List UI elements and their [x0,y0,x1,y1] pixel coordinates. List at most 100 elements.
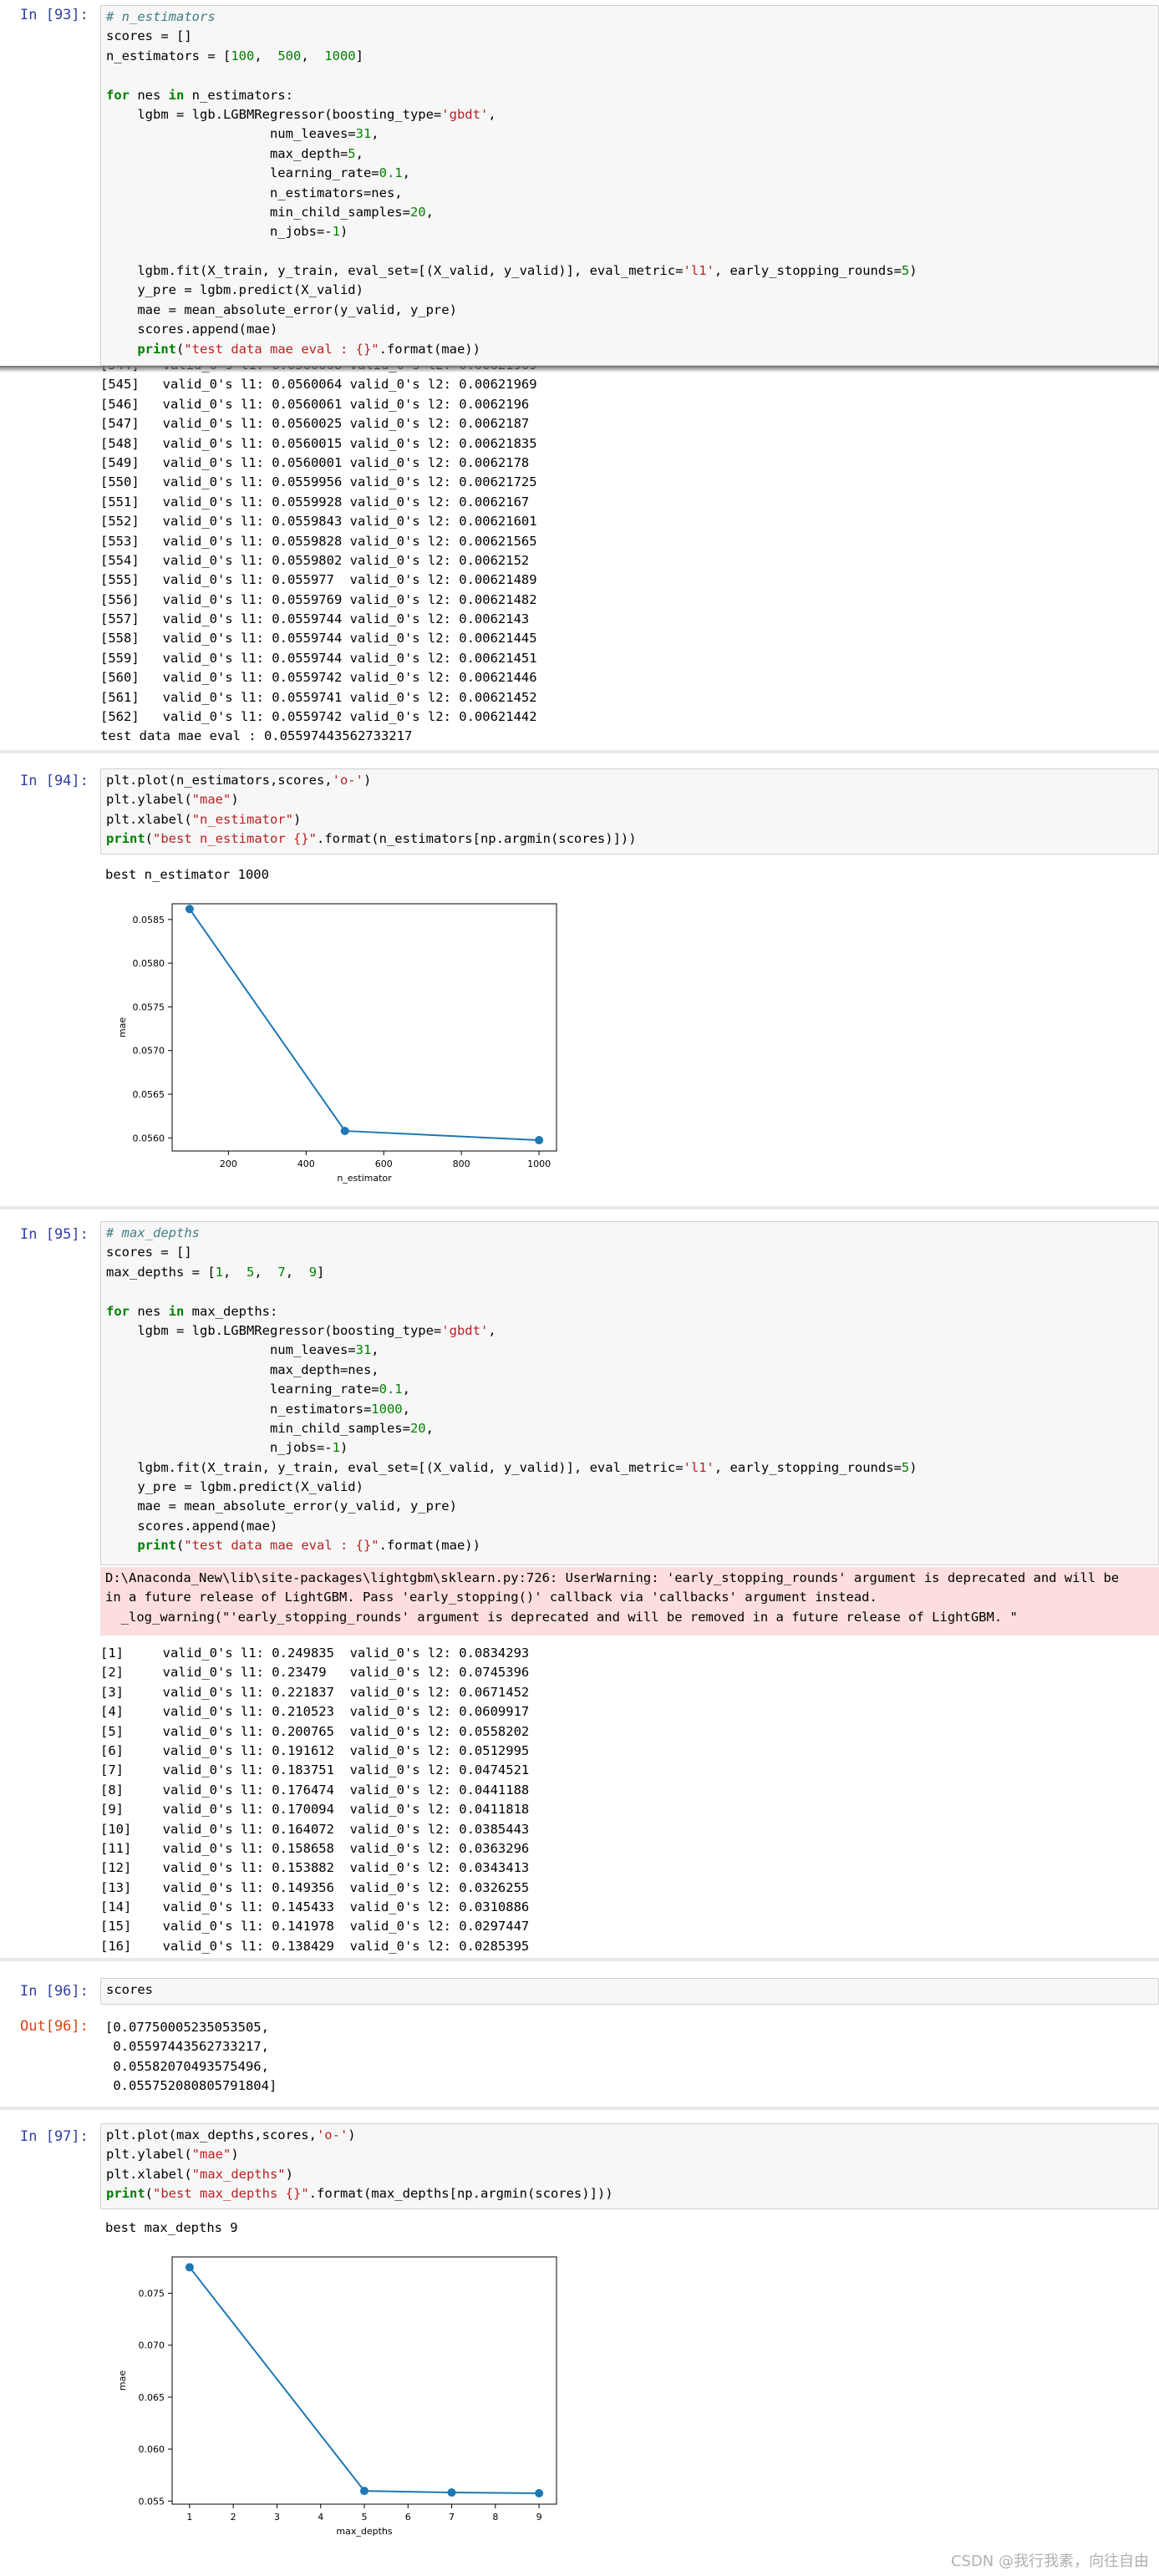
x-tick-label: 8 [492,2512,498,2523]
code-editor[interactable]: plt.plot(n_estimators,scores,'o-') plt.yl… [100,768,1159,854]
output-line: [550] valid_0's l1: 0.0559956 valid_0's … [100,474,537,490]
code-line[interactable]: for nes in max_depths: [106,1302,1153,1321]
code-line[interactable]: scores [106,1980,1153,2000]
code-line[interactable]: mae = mean_absolute_error(y_valid, y_pre… [106,301,1153,320]
code-editor[interactable]: plt.plot(max_depths,scores,'o-') plt.ylab… [100,2123,1159,2209]
output-scroll-area[interactable]: [1] valid_0's l1: 0.249835 valid_0's l2:… [0,1639,1159,1958]
code-line[interactable] [106,1282,1153,1301]
code-editor[interactable]: # n_estimators scores = [] n_estimators = … [100,5,1159,366]
output-line: [552] valid_0's l1: 0.0559843 valid_0's … [100,514,537,530]
output-line: [559] valid_0's l1: 0.0559744 valid_0's … [100,650,537,666]
y-tick-label: 0.070 [139,2340,165,2351]
y-tick-label: 0.0580 [133,958,165,969]
output-line: [7] valid_0's l1: 0.183751 valid_0's l2:… [100,1762,530,1778]
code-line[interactable]: plt.ylabel("mae") [106,2145,1153,2164]
x-tick-label: 200 [220,1159,237,1169]
code-editor[interactable]: scores [100,1978,1159,2005]
code-line[interactable]: max_depth=5, [106,145,1153,164]
code-line[interactable]: plt.xlabel("max_depths") [106,2165,1153,2184]
cell-divider [0,750,1159,753]
code-line[interactable]: max_depths = [1, 5, 7, 9] [106,1263,1153,1282]
code-line[interactable]: scores = [] [106,1243,1153,1262]
output-line: [6] valid_0's l1: 0.191612 valid_0's l2:… [100,1742,530,1758]
y-tick-label: 0.0575 [133,1001,165,1012]
output-line: [10] valid_0's l1: 0.164072 valid_0's l2… [100,1821,530,1837]
code-line[interactable]: n_jobs=-1) [106,222,1153,241]
code-line[interactable]: n_estimators=1000, [106,1400,1153,1419]
code-line[interactable]: # max_depths [106,1224,1153,1243]
code-editor[interactable]: # max_depths scores = [] max_depths = [1, … [100,1221,1159,1565]
code-line[interactable]: min_child_samples=20, [106,203,1153,222]
y-tick-label: 0.0565 [133,1089,165,1100]
output-line: [4] valid_0's l1: 0.210523 valid_0's l2:… [100,1704,530,1720]
x-tick-label: 5 [362,2512,368,2523]
code-line[interactable]: min_child_samples=20, [106,1419,1153,1438]
code-line[interactable]: scores = [] [106,27,1153,46]
code-line[interactable]: mae = mean_absolute_error(y_valid, y_pre… [106,1497,1153,1516]
code-line[interactable]: print("test data mae eval : {}".format(m… [106,1536,1153,1555]
data-point [185,2263,194,2272]
output-text: [544] valid_0's l1: 0.0560068 valid_0's … [100,366,1151,747]
code-line[interactable]: # n_estimators [106,8,1153,27]
output-line: [562] valid_0's l1: 0.0559742 valid_0's … [100,709,537,725]
code-line[interactable]: plt.xlabel("n_estimator") [106,810,1153,829]
x-tick-label: 800 [453,1159,470,1169]
code-line[interactable]: learning_rate=0.1, [106,1380,1153,1399]
data-point [535,1136,544,1145]
data-point [360,2487,369,2496]
output-line: [14] valid_0's l1: 0.145433 valid_0's l2… [100,1899,530,1915]
code-line[interactable]: learning_rate=0.1, [106,164,1153,183]
code-line[interactable]: print("test data mae eval : {}".format(m… [106,340,1153,359]
output-line: [560] valid_0's l1: 0.0559742 valid_0's … [100,670,537,686]
code-line[interactable]: plt.plot(n_estimators,scores,'o-') [106,771,1153,790]
code-line[interactable]: scores.append(mae) [106,320,1153,339]
output-line: [555] valid_0's l1: 0.055977 valid_0's l… [100,572,537,588]
code-line[interactable]: plt.plot(max_depths,scores,'o-') [106,2126,1153,2145]
scroll-shadow [0,366,1159,373]
data-point [340,1126,349,1135]
code-line[interactable] [106,242,1153,261]
input-prompt: In [95]: [20,1226,89,1243]
code-line[interactable]: max_depth=nes, [106,1361,1153,1380]
x-tick-label: 9 [536,2512,542,2523]
code-line[interactable]: lgbm.fit(X_train, y_train, eval_set=[(X_… [106,261,1153,281]
code-line[interactable]: lgbm.fit(X_train, y_train, eval_set=[(X_… [106,1458,1153,1478]
code-line[interactable]: lgbm = lgb.LGBMRegressor(boosting_type='… [106,1321,1153,1341]
output-line: [5] valid_0's l1: 0.200765 valid_0's l2:… [100,1723,530,1739]
plot-frame [171,903,557,1152]
code-line[interactable]: n_estimators=nes, [106,184,1153,203]
code-line[interactable]: lgbm = lgb.LGBMRegressor(boosting_type='… [106,105,1153,124]
chart-n-estimator: 200 400 600 800 1000 0.0560 0.0565 0.0570 0.0575… [117,903,557,1184]
x-tick-label: 600 [375,1159,393,1169]
data-point [185,905,194,914]
code-line[interactable]: plt.ylabel("mae") [106,790,1153,809]
code-line[interactable]: print("best n_estimator {}".format(n_est… [106,829,1153,849]
code-line[interactable]: n_estimators = [100, 500, 1000] [106,47,1153,66]
output-line: 0.05597443562733217, [105,2039,269,2055]
x-tick-label: 3 [274,2512,280,2523]
stderr-line: in a future release of LightGBM. Pass 'e… [105,1590,877,1605]
x-tick-label: 1 [186,2512,192,2523]
code-line[interactable]: n_jobs=-1) [106,1438,1153,1458]
code-line[interactable]: y_pre = lgbm.predict(X_valid) [106,1478,1153,1497]
code-line[interactable]: y_pre = lgbm.predict(X_valid) [106,281,1153,300]
y-axis-label: mae [117,2371,128,2391]
code-line[interactable]: for nes in n_estimators: [106,86,1153,105]
output-line: [557] valid_0's l1: 0.0559744 valid_0's … [100,611,530,627]
y-tick-label: 0.0560 [133,1133,165,1143]
code-line[interactable]: num_leaves=31, [106,1341,1153,1360]
code-line[interactable]: print("best max_depths {}".format(max_de… [106,2184,1153,2203]
code-line[interactable]: scores.append(mae) [106,1517,1153,1536]
output-prompt: Out[96]: [20,2018,89,2035]
input-prompt: In [97]: [20,2128,89,2145]
output-scroll-area[interactable]: [544] valid_0's l1: 0.0560068 valid_0's … [0,366,1159,750]
y-tick-label: 0.0585 [133,915,165,925]
stderr-warning: D:\Anaconda_New\lib\site-packages\lightg… [100,1567,1159,1635]
output-line: [9] valid_0's l1: 0.170094 valid_0's l2:… [100,1802,530,1818]
output-line: [15] valid_0's l1: 0.141978 valid_0's l2… [100,1919,530,1935]
code-line[interactable] [106,66,1153,85]
code-line[interactable]: num_leaves=31, [106,124,1153,144]
x-axis-label: max_depths [336,2526,392,2537]
x-tick-label: 7 [449,2512,455,2523]
plot-frame [171,2256,557,2505]
